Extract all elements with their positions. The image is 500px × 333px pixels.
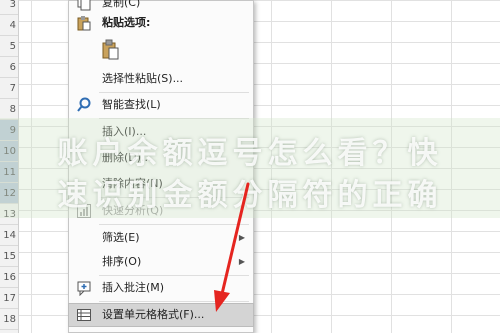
menu-item-paste-special[interactable]: 选择性粘贴(S)... xyxy=(69,68,253,90)
row-number[interactable]: 3 xyxy=(0,0,18,15)
row-number[interactable]: 17 xyxy=(0,288,18,309)
row-number[interactable]: 18 xyxy=(0,309,18,330)
watermark-line-2: 速识别金额分隔符的正确 xyxy=(57,178,443,213)
row-number[interactable]: 8 xyxy=(0,99,18,120)
search-icon xyxy=(76,97,92,113)
format-cells-icon xyxy=(76,307,92,323)
menu-divider xyxy=(99,301,249,302)
menu-item-smart-lookup[interactable]: 智能查找(L) xyxy=(69,94,253,116)
row-number[interactable]: 16 xyxy=(0,267,18,288)
menu-item-format-cells[interactable]: 设置单元格格式(F)... xyxy=(68,303,254,327)
row-number[interactable]: 7 xyxy=(0,78,18,99)
paste-icon xyxy=(99,39,123,66)
menu-item-label: 排序(O) xyxy=(102,255,142,268)
menu-item-insert-comment[interactable]: 插入批注(M) xyxy=(69,277,253,299)
menu-item-label: 插入批注(M) xyxy=(102,281,165,294)
submenu-arrow-icon: ▶ xyxy=(238,257,245,266)
menu-item-filter[interactable]: 筛选(E) ▶ xyxy=(69,227,253,249)
paste-option-button[interactable] xyxy=(99,38,123,62)
menu-divider xyxy=(99,275,249,276)
menu-divider xyxy=(99,224,249,225)
submenu-arrow-icon: ▶ xyxy=(238,233,245,242)
menu-item-label: 设置单元格格式(F)... xyxy=(102,308,205,321)
menu-item-paste-options: 粘贴选项: xyxy=(69,12,253,34)
comment-icon xyxy=(76,280,92,297)
row-number[interactable]: 6 xyxy=(0,57,18,78)
menu-item-label: 智能查找(L) xyxy=(102,98,161,111)
menu-divider xyxy=(99,92,249,93)
menu-item-sort[interactable]: 排序(O) ▶ xyxy=(69,251,253,273)
row-number[interactable]: 14 xyxy=(0,225,18,246)
paste-icon xyxy=(76,15,92,31)
row-number[interactable]: 15 xyxy=(0,246,18,267)
menu-item-label: 粘贴选项: xyxy=(102,16,151,29)
watermark-line-1: 账户余额逗号怎么看？快 xyxy=(57,136,443,171)
menu-item-label: 筛选(E) xyxy=(102,231,140,244)
row-number[interactable]: 4 xyxy=(0,15,18,36)
copy-icon xyxy=(76,0,92,11)
menu-item-label: 选择性粘贴(S)... xyxy=(102,72,184,85)
row-number[interactable]: 5 xyxy=(0,36,18,57)
